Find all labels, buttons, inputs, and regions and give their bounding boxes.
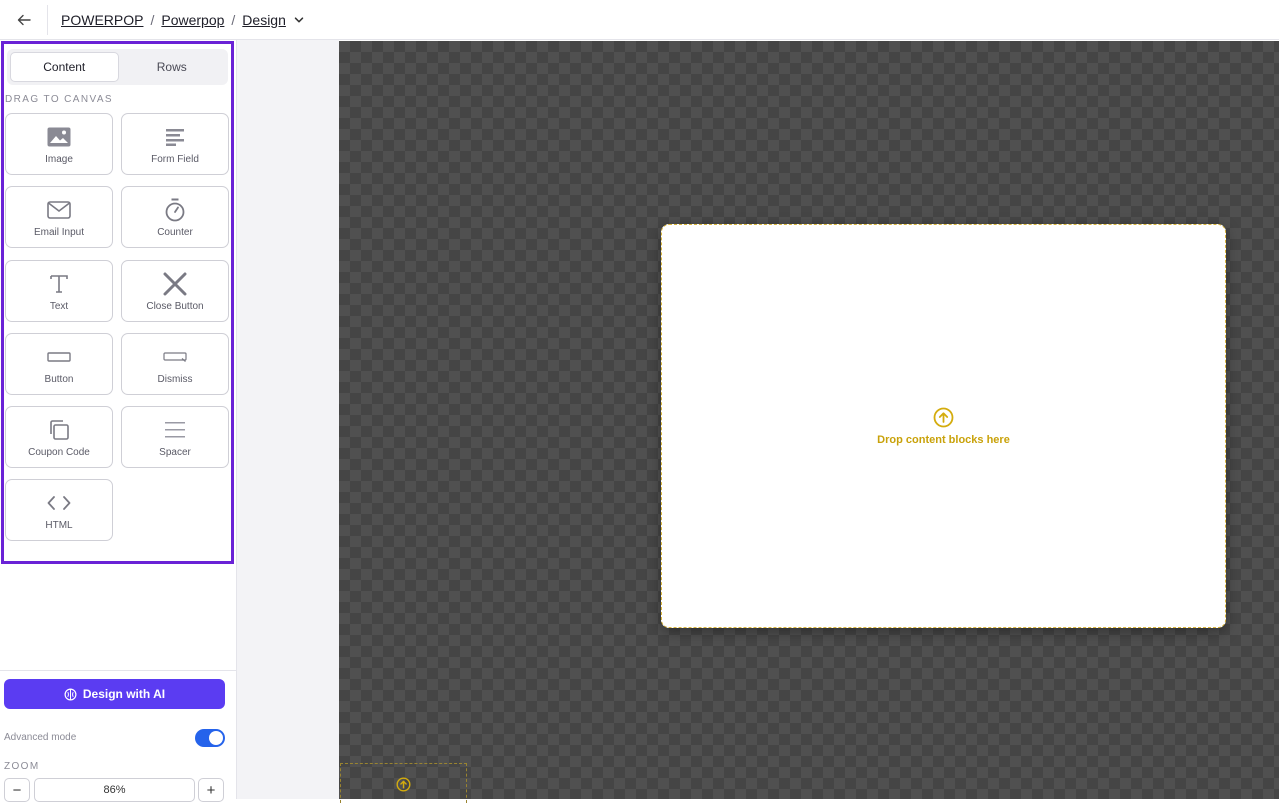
block-text[interactable]: Text xyxy=(5,260,113,322)
image-icon xyxy=(46,124,72,150)
text-icon xyxy=(46,271,72,297)
zoom-label: ZOOM xyxy=(4,761,40,772)
block-label: Dismiss xyxy=(157,374,193,385)
breadcrumb-campaign[interactable]: Powerpop xyxy=(161,12,224,28)
block-label: Close Button xyxy=(146,301,204,312)
tab-rows[interactable]: Rows xyxy=(119,52,226,82)
content-blocks-panel: Content Rows DRAG TO CANVAS Image Form F… xyxy=(1,41,234,564)
block-close-button[interactable]: Close Button xyxy=(121,260,229,322)
block-label: Counter xyxy=(157,227,193,238)
block-html[interactable]: HTML xyxy=(5,479,113,541)
panel-tabs: Content Rows xyxy=(7,49,228,85)
secondary-drop-zone[interactable] xyxy=(340,763,467,803)
arrow-left-icon xyxy=(17,14,31,25)
left-panel: Content Rows DRAG TO CANVAS Image Form F… xyxy=(0,40,237,802)
close-icon xyxy=(162,271,188,297)
block-counter[interactable]: Counter xyxy=(121,186,229,248)
stopwatch-icon xyxy=(162,197,188,223)
zoom-out-button[interactable]: − xyxy=(4,778,30,802)
zoom-in-button[interactable]: + xyxy=(198,778,224,802)
code-icon xyxy=(46,490,72,516)
block-dismiss[interactable]: Dismiss xyxy=(121,333,229,395)
advanced-mode-label: Advanced mode xyxy=(4,732,77,743)
block-button[interactable]: Button xyxy=(5,333,113,395)
design-with-ai-button[interactable]: Design with AI xyxy=(4,679,225,709)
drag-to-canvas-label: DRAG TO CANVAS xyxy=(5,94,113,105)
arrow-up-circle-icon xyxy=(933,407,954,427)
canvas-gutter xyxy=(237,40,339,799)
zoom-value-field[interactable]: 86% xyxy=(34,778,195,802)
spacer-icon xyxy=(162,417,188,443)
block-label: Coupon Code xyxy=(28,447,90,458)
form-field-icon xyxy=(162,124,188,150)
block-label: Form Field xyxy=(151,154,199,165)
design-canvas[interactable]: Drop content blocks here xyxy=(339,41,1279,803)
drop-zone[interactable]: Drop content blocks here xyxy=(662,225,1225,627)
dismiss-icon xyxy=(162,344,188,370)
block-label: Text xyxy=(49,301,69,312)
breadcrumb-workspace[interactable]: POWERPOP xyxy=(61,12,143,28)
popup-preview[interactable]: Drop content blocks here xyxy=(661,224,1226,628)
block-label: Spacer xyxy=(159,447,191,458)
breadcrumb-separator: / xyxy=(150,11,155,28)
block-label: Email Input xyxy=(33,227,85,238)
chevron-down-icon[interactable] xyxy=(294,15,304,25)
block-image[interactable]: Image xyxy=(5,113,113,175)
block-label: HTML xyxy=(45,520,73,531)
design-with-ai-label: Design with AI xyxy=(82,687,166,701)
tab-content[interactable]: Content xyxy=(10,52,119,82)
button-icon xyxy=(46,344,72,370)
block-label: Button xyxy=(44,374,74,385)
toggle-knob xyxy=(209,731,223,745)
top-bar: POWERPOP / Powerpop / Design xyxy=(0,0,1279,40)
arrow-up-circle-icon xyxy=(396,777,411,792)
advanced-mode-toggle[interactable] xyxy=(195,729,225,747)
breadcrumb-separator: / xyxy=(231,11,236,28)
block-coupon-code[interactable]: Coupon Code xyxy=(5,406,113,468)
ai-brain-icon xyxy=(64,688,77,700)
copy-icon xyxy=(46,417,72,443)
block-spacer[interactable]: Spacer xyxy=(121,406,229,468)
block-form-field[interactable]: Form Field xyxy=(121,113,229,175)
block-label: Image xyxy=(45,154,73,165)
breadcrumb-design[interactable]: Design xyxy=(242,12,286,28)
drop-zone-text: Drop content blocks here xyxy=(877,433,1010,446)
block-email-input[interactable]: Email Input xyxy=(5,186,113,248)
envelope-icon xyxy=(46,197,72,223)
breadcrumb: POWERPOP / Powerpop / Design xyxy=(61,12,304,28)
panel-divider xyxy=(0,670,236,671)
back-button[interactable] xyxy=(0,4,48,35)
